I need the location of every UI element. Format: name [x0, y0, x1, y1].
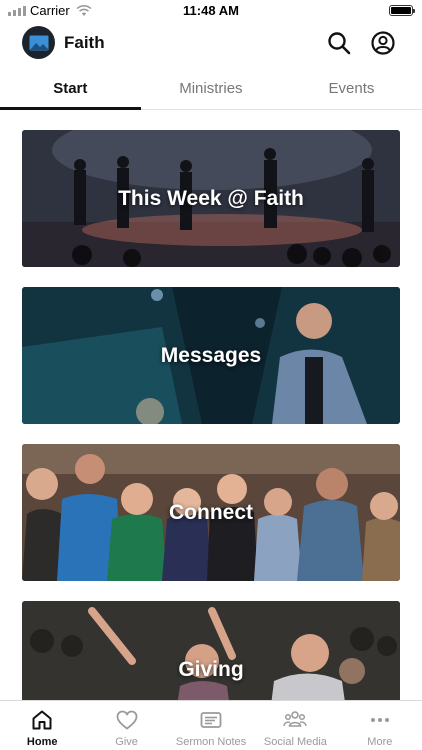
more-dots-icon: [370, 718, 389, 722]
tab-bar: Start Ministries Events: [0, 70, 422, 110]
tab-start[interactable]: Start: [0, 70, 141, 110]
card-connect[interactable]: Connect: [22, 444, 400, 581]
people-icon: [283, 711, 308, 727]
nav-home[interactable]: Home: [0, 701, 84, 750]
status-time: 11:48 AM: [183, 3, 239, 18]
mountain-photo-icon: [22, 26, 55, 59]
tab-ministries[interactable]: Ministries: [141, 70, 282, 109]
app-header: Faith: [0, 24, 422, 64]
card-title: Connect: [169, 500, 253, 524]
search-icon[interactable]: [326, 30, 352, 56]
card-title: Messages: [160, 343, 262, 367]
nav-label: Home: [26, 736, 58, 748]
app-title: Faith: [64, 33, 105, 52]
nav-more[interactable]: More: [338, 701, 422, 750]
home-icon: [32, 710, 52, 730]
nav-label: Social Media: [263, 736, 327, 748]
heart-icon: [116, 710, 138, 730]
tab-events[interactable]: Events: [281, 70, 422, 109]
card-title: This Week @ Faith: [118, 186, 304, 210]
bottom-nav: Home Give Sermon Notes Social Media More: [0, 700, 422, 750]
card-list: This Week @ Faith Messages Connect Givin…: [22, 130, 400, 750]
status-bar: Carrier 11:48 AM: [0, 0, 422, 22]
user-circle-icon[interactable]: [370, 30, 396, 56]
battery-icon: [389, 5, 415, 16]
nav-social-media[interactable]: Social Media: [253, 701, 337, 750]
notes-icon: [200, 712, 222, 728]
nav-label: Sermon Notes: [175, 736, 247, 748]
nav-sermon-notes[interactable]: Sermon Notes: [169, 701, 253, 750]
card-this-week[interactable]: This Week @ Faith: [22, 130, 400, 267]
nav-label: Give: [115, 736, 138, 748]
nav-label: More: [367, 736, 393, 748]
card-messages[interactable]: Messages: [22, 287, 400, 424]
nav-give[interactable]: Give: [84, 701, 168, 750]
